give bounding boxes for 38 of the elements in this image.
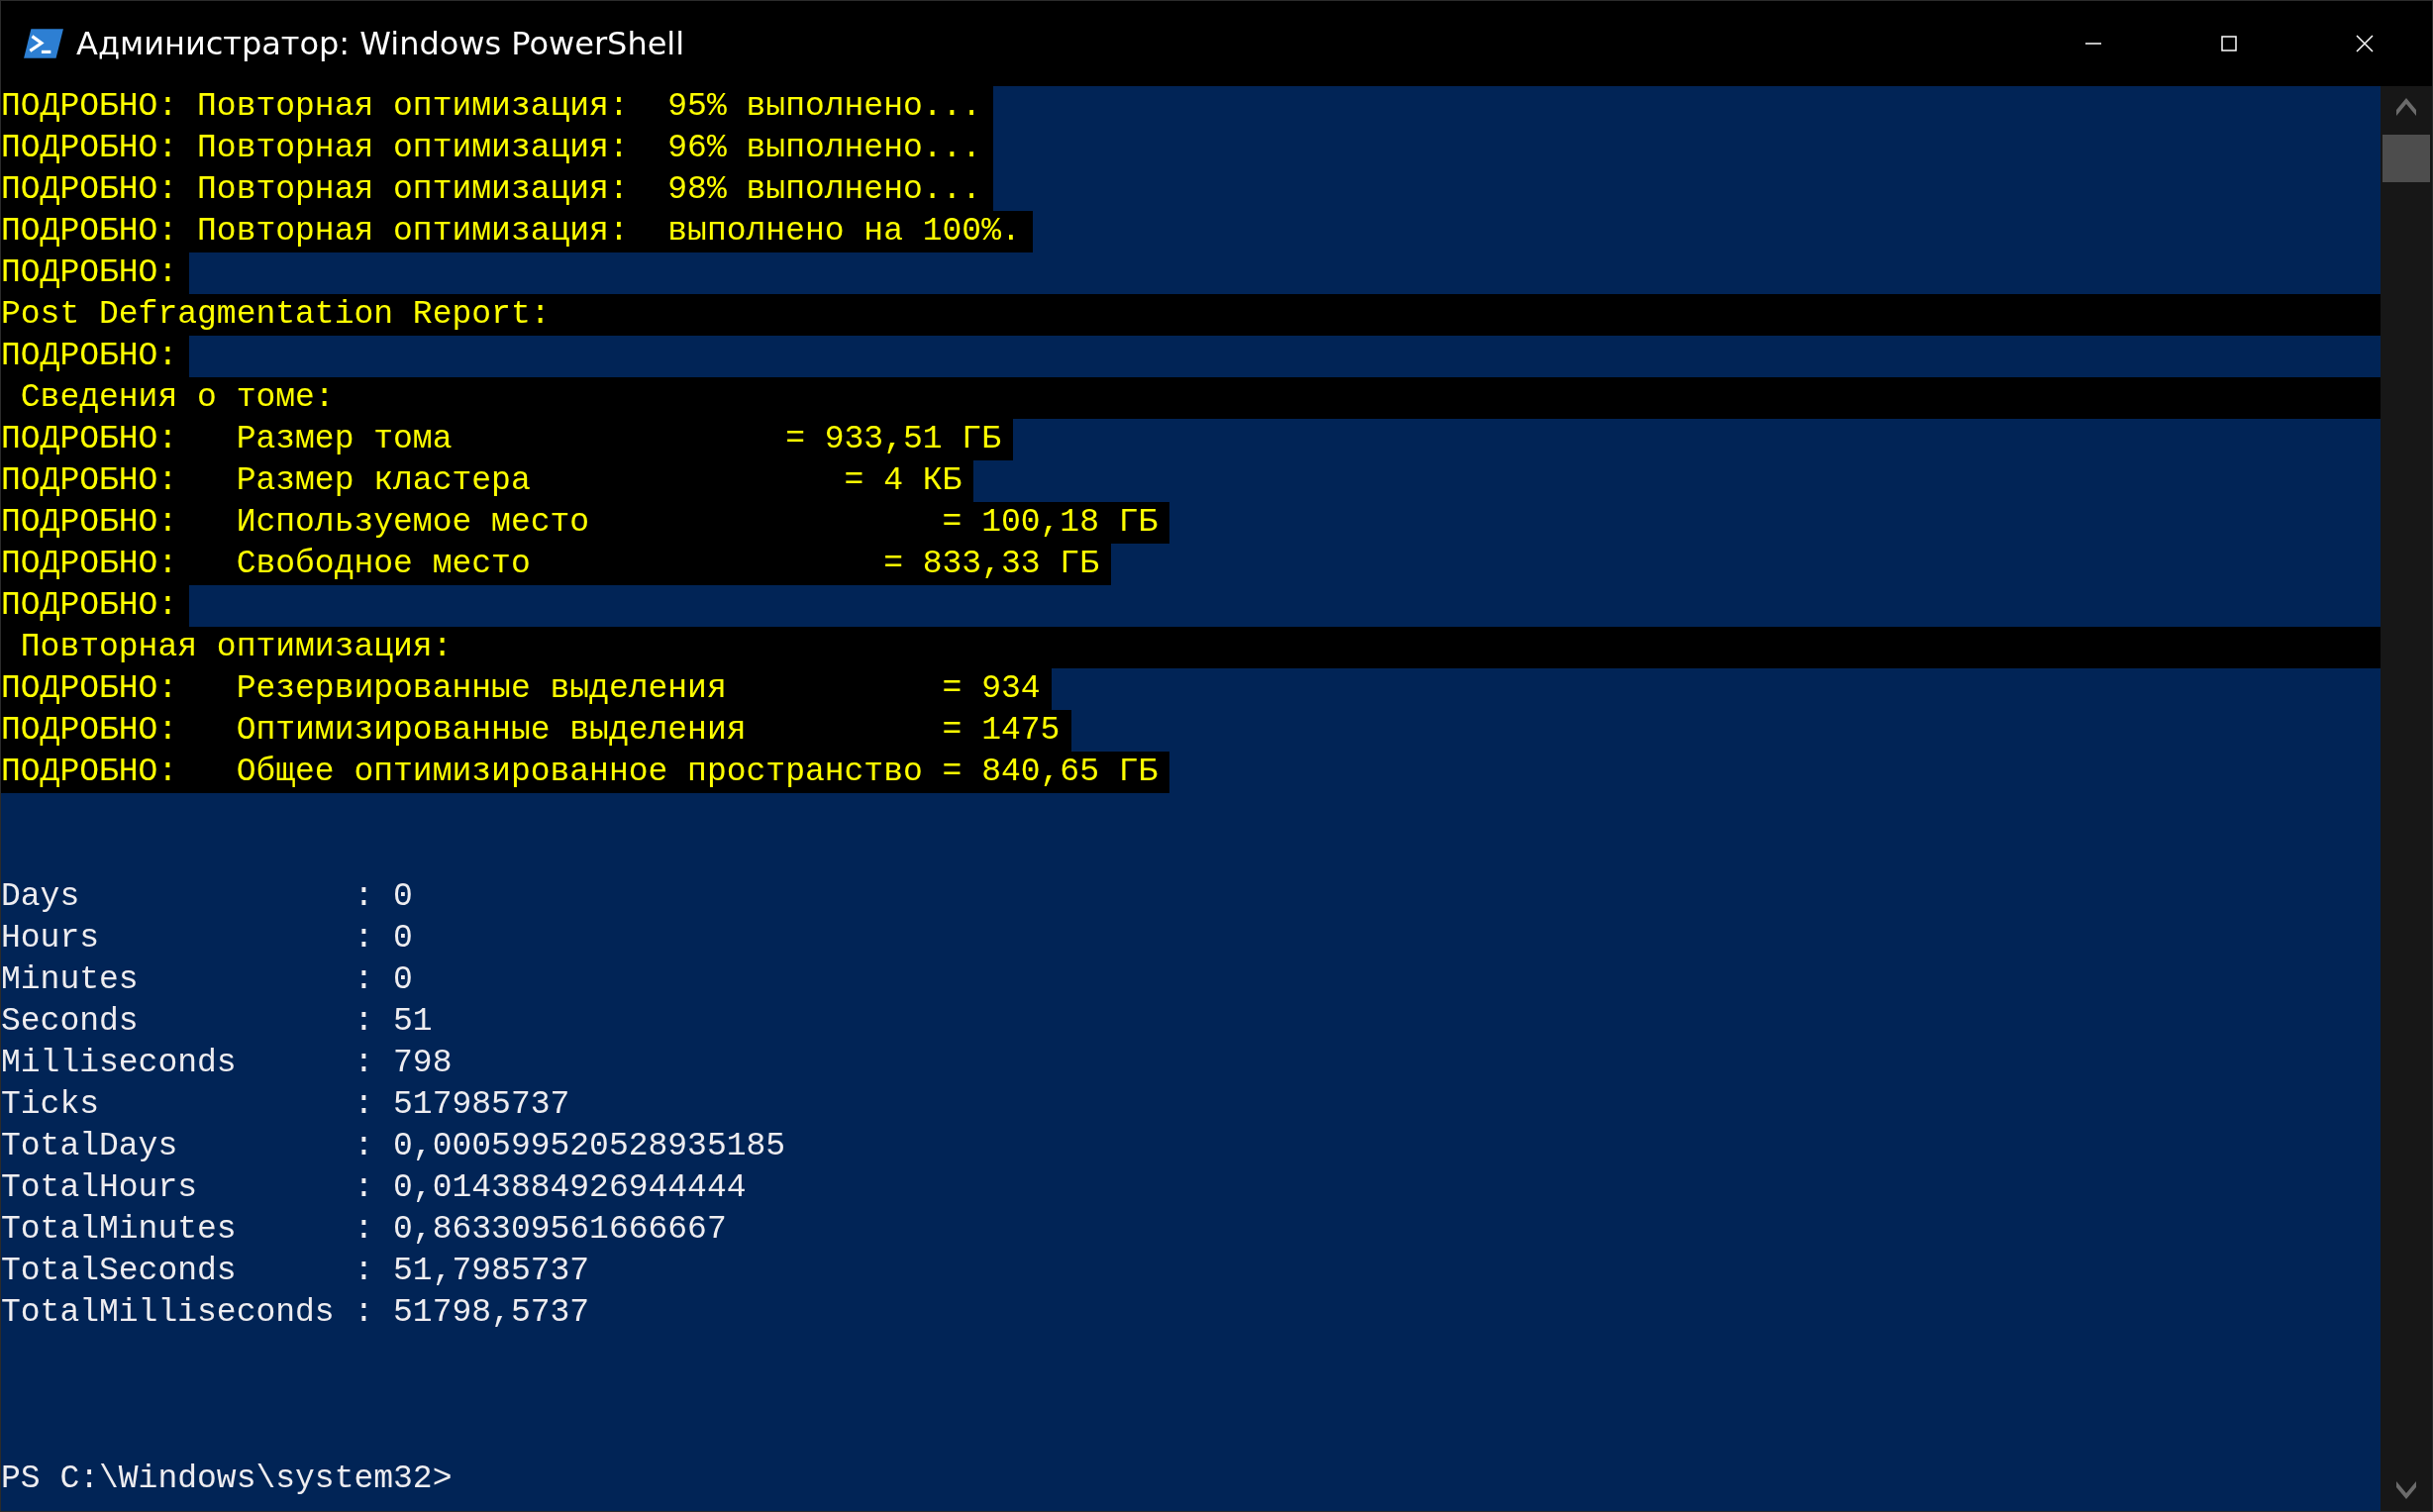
output-line: TotalMinutes : 0,863309561666667 bbox=[1, 1210, 728, 1250]
verbose-message: ПОДРОБНО: Повторная оптимизация: 95% выполнено... bbox=[1, 86, 994, 128]
scroll-down-icon[interactable] bbox=[2395, 1479, 2417, 1499]
report-heading: Post Defragmentation Report: bbox=[1, 295, 552, 335]
verbose-message: ПОДРОБНО: Повторная оптимизация: 96% выполнено... bbox=[1, 128, 994, 169]
verbose-message: ПОДРОБНО: Повторная оптимизация: 98% выполнено... bbox=[1, 169, 994, 211]
output-line: TotalHours : 0,0143884926944444 bbox=[1, 1168, 748, 1208]
verbose-message: ПОДРОБНО: bbox=[1, 252, 190, 294]
command-prompt: PS C:\Windows\system32> bbox=[1, 1460, 454, 1499]
verbose-message: ПОДРОБНО: Повторная оптимизация: выполнено на 100%. bbox=[1, 211, 1033, 252]
close-icon bbox=[2354, 34, 2375, 53]
output-line: Minutes : 0 bbox=[1, 960, 414, 1000]
minimize-icon bbox=[2082, 43, 2103, 45]
verbose-message: ПОДРОБНО: Размер тома = 933,51 ГБ bbox=[1, 419, 1013, 460]
maximize-icon bbox=[2218, 34, 2239, 53]
verbose-message: ПОДРОБНО: Общее оптимизированное пространство = 840,65 ГБ bbox=[1, 752, 1170, 793]
verbose-message: ПОДРОБНО: Резервированные выделения = 934 bbox=[1, 668, 1053, 710]
output-line: TotalMilliseconds : 51798,5737 bbox=[1, 1293, 591, 1333]
powershell-icon bbox=[23, 27, 64, 60]
output-line: TotalDays : 0,000599520528935185 bbox=[1, 1127, 787, 1166]
report-heading: Повторная оптимизация: bbox=[19, 628, 454, 667]
verbose-message: ПОДРОБНО: Размер кластера = 4 КБ bbox=[1, 460, 974, 502]
output-line: TotalSeconds : 51,7985737 bbox=[1, 1252, 591, 1291]
output-line: Milliseconds : 798 bbox=[1, 1044, 454, 1083]
verbose-message: ПОДРОБНО: Оптимизированные выделения = 1475 bbox=[1, 710, 1072, 752]
scroll-thumb[interactable] bbox=[2382, 135, 2430, 182]
output-line: Hours : 0 bbox=[1, 919, 414, 958]
verbose-message: ПОДРОБНО: bbox=[1, 336, 190, 377]
report-heading: Сведения о томе: bbox=[19, 378, 336, 418]
output-line: Ticks : 517985737 bbox=[1, 1085, 571, 1125]
verbose-message: ПОДРОБНО: Используемое место = 100,18 ГБ bbox=[1, 502, 1170, 544]
verbose-message: ПОДРОБНО: bbox=[1, 585, 190, 627]
output-line: Days : 0 bbox=[1, 877, 414, 917]
verbose-message: ПОДРОБНО: Свободное место = 833,33 ГБ bbox=[1, 544, 1111, 585]
window-title: Администратор: Windows PowerShell bbox=[76, 25, 685, 62]
scroll-up-icon[interactable] bbox=[2395, 98, 2417, 118]
scrollbar[interactable] bbox=[2381, 86, 2432, 1511]
output-line: Seconds : 51 bbox=[1, 1002, 434, 1042]
